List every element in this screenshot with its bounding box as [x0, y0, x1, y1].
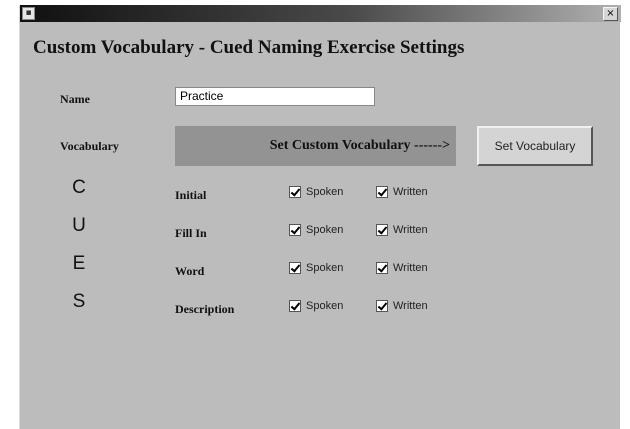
title-bar[interactable]: ▪ ×: [20, 5, 621, 22]
initial-written-checkbox[interactable]: Written: [376, 186, 428, 198]
app-icon[interactable]: ▪: [22, 7, 35, 20]
name-input[interactable]: Practice: [175, 87, 375, 106]
cue-row-label-word: Word: [175, 264, 205, 278]
initial-spoken-checkbox[interactable]: Spoken: [289, 186, 343, 198]
fill-in-spoken-checkbox[interactable]: Spoken: [289, 224, 343, 236]
checkbox-box[interactable]: [289, 224, 301, 236]
checkbox-label: Spoken: [306, 186, 344, 198]
cue-letter-s: S: [72, 291, 86, 312]
checkbox-box[interactable]: [289, 262, 301, 274]
name-label: Name: [60, 92, 90, 106]
checkbox-label: Written: [393, 186, 428, 198]
cue-row-label-initial: Initial: [175, 188, 207, 202]
cue-letter-c: C: [72, 177, 86, 198]
checkbox-label: Spoken: [306, 300, 344, 312]
cue-letter-u: U: [72, 215, 86, 236]
set-vocabulary-button[interactable]: Set Vocabulary: [477, 126, 593, 166]
description-written-checkbox[interactable]: Written: [376, 300, 428, 312]
settings-window: ▪ × Custom Vocabulary - Cued Naming Exer…: [19, 5, 621, 429]
checkbox-box[interactable]: [376, 224, 388, 236]
cue-row-label-description: Description: [175, 302, 235, 316]
page-title: Custom Vocabulary - Cued Naming Exercise…: [33, 37, 465, 58]
checkbox-box[interactable]: [289, 300, 301, 312]
checkbox-box[interactable]: [376, 186, 388, 198]
checkbox-label: Spoken: [306, 224, 344, 236]
checkbox-label: Spoken: [306, 262, 344, 274]
checkbox-label: Written: [393, 224, 428, 236]
word-written-checkbox[interactable]: Written: [376, 262, 428, 274]
cue-letter-e: E: [72, 253, 86, 274]
description-spoken-checkbox[interactable]: Spoken: [289, 300, 343, 312]
checkbox-label: Written: [393, 262, 428, 274]
fill-in-written-checkbox[interactable]: Written: [376, 224, 428, 236]
close-button[interactable]: ×: [603, 7, 618, 21]
checkbox-label: Written: [393, 300, 428, 312]
vocabulary-label: Vocabulary: [60, 139, 119, 153]
cue-row-label-fill-in: Fill In: [175, 226, 207, 240]
checkbox-box[interactable]: [376, 262, 388, 274]
vocabulary-bar-text: Set Custom Vocabulary ------>: [269, 138, 450, 153]
vocabulary-bar: Set Custom Vocabulary ------>: [175, 126, 456, 166]
checkbox-box[interactable]: [376, 300, 388, 312]
word-spoken-checkbox[interactable]: Spoken: [289, 262, 343, 274]
checkbox-box[interactable]: [289, 186, 301, 198]
